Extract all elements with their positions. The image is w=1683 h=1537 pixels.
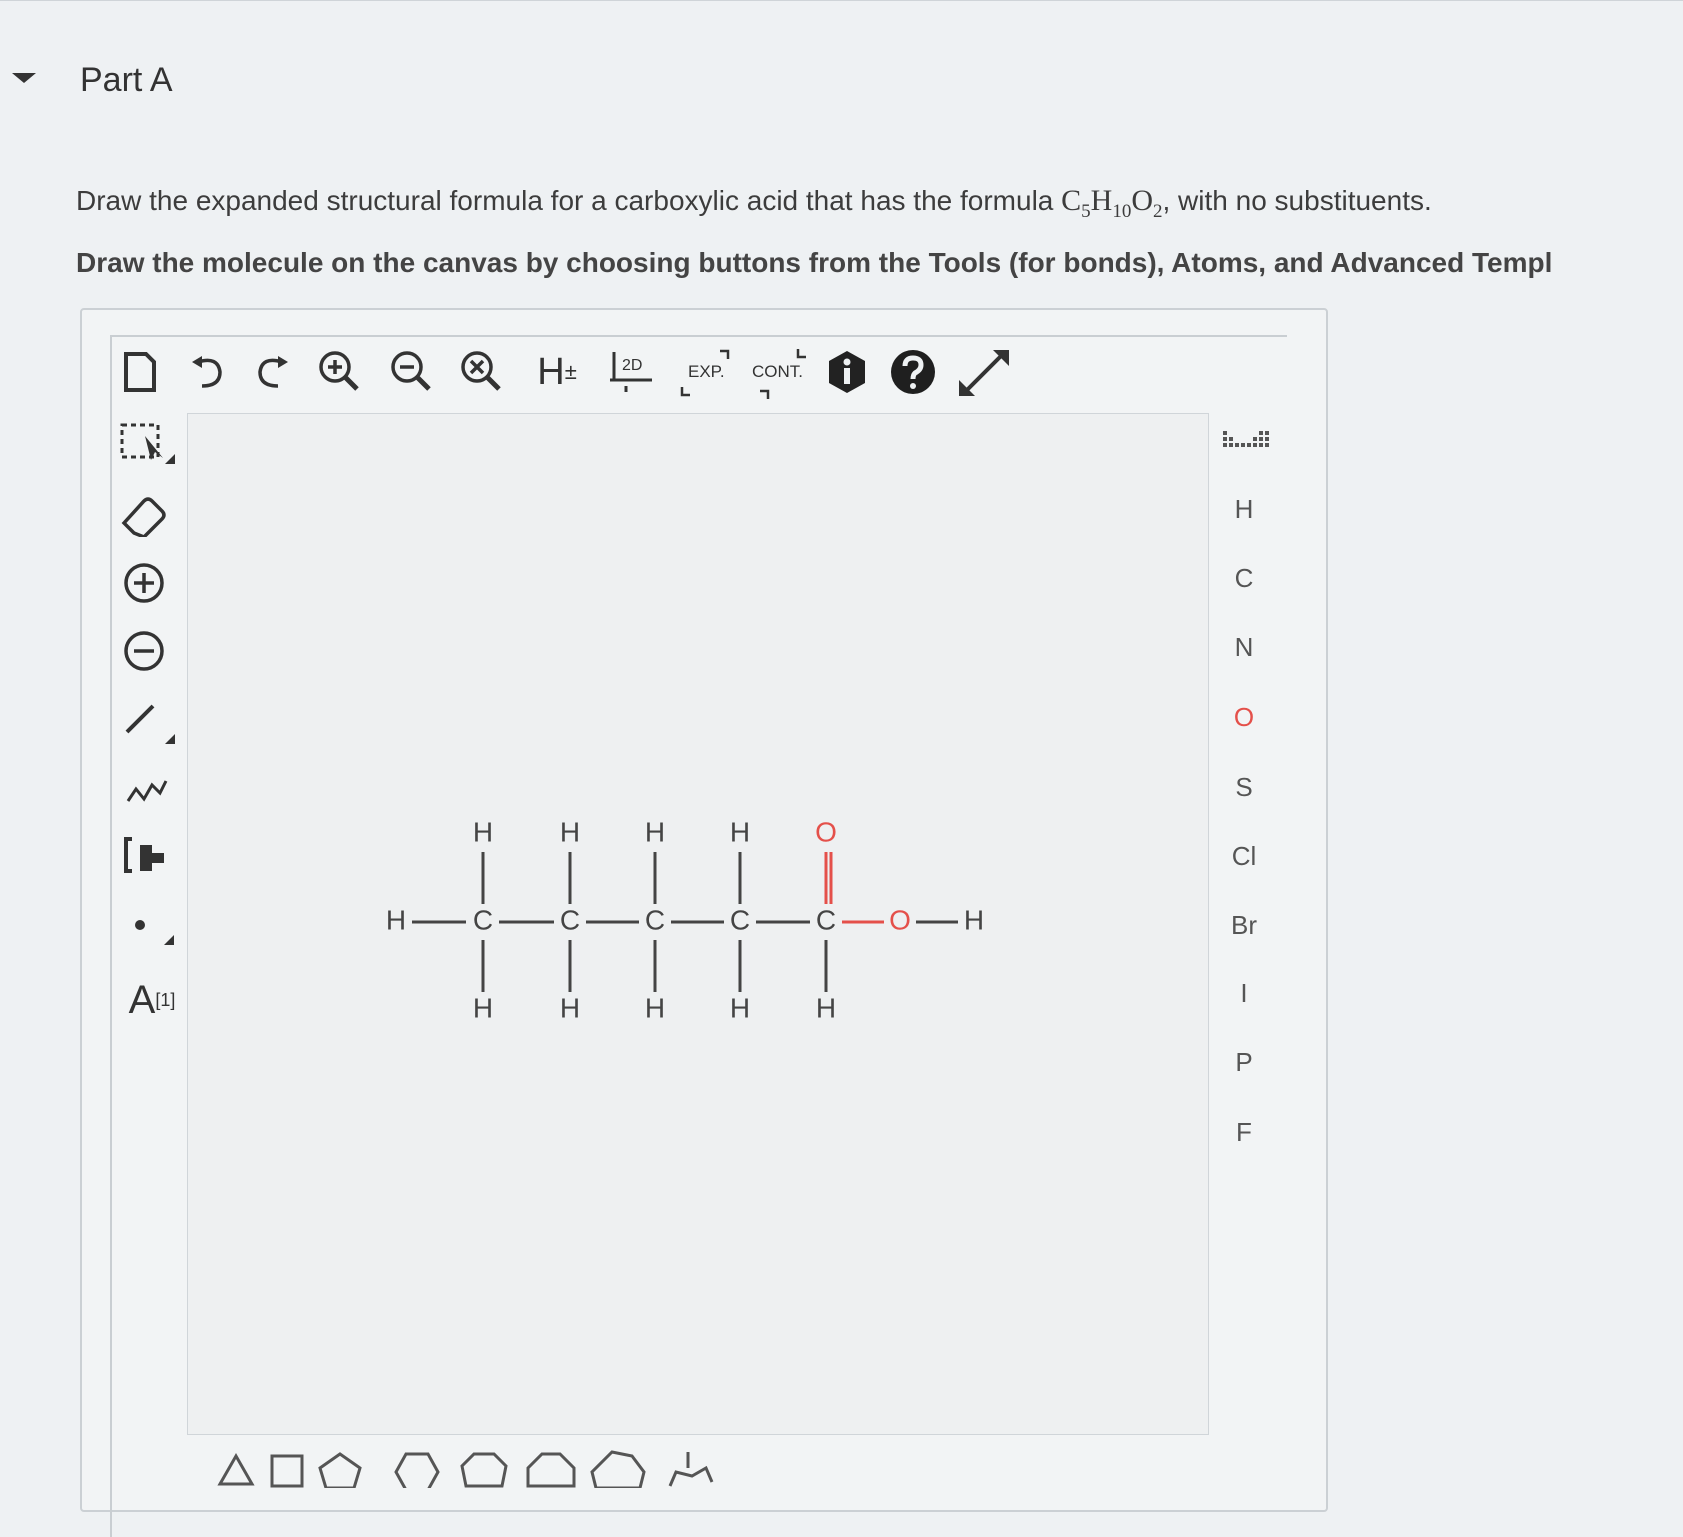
nonagon-template-icon[interactable] (590, 1450, 646, 1490)
atom-hydrogen-hydroxyl[interactable]: H (964, 904, 984, 935)
atom-hydrogen[interactable]: H (645, 992, 665, 1023)
undo-icon[interactable] (186, 350, 230, 394)
eraser-icon[interactable] (119, 490, 169, 540)
chair-template-icon[interactable] (668, 1465, 714, 1487)
atom-h-terminal[interactable]: H (386, 904, 406, 935)
atom-h-button[interactable]: H (1212, 494, 1276, 525)
atoms-panel: H C N O S Cl Br I P F (1212, 420, 1282, 1160)
question-text: Draw the expanded structural formula for… (76, 184, 1432, 222)
atom-hydrogen[interactable]: H (645, 816, 665, 847)
atom-cl-button[interactable]: Cl (1212, 841, 1276, 872)
clean-2d-label: 2D (622, 357, 642, 374)
info-icon[interactable] (822, 347, 872, 397)
top-toolbar: H ± 2D EXP. CONT. (118, 345, 1038, 405)
atom-i-button[interactable]: I (1212, 978, 1276, 1009)
atom-hydrogen[interactable]: H (473, 992, 493, 1023)
part-title: Part A (80, 61, 173, 99)
atom-oxygen-hydroxyl[interactable]: O (889, 904, 911, 935)
ring-templates (200, 1448, 740, 1492)
zoom-in-icon[interactable] (316, 347, 364, 397)
atom-p-button[interactable]: P (1212, 1047, 1276, 1078)
contract-label: CONT. (752, 362, 803, 381)
atom-hydrogen[interactable]: H (816, 992, 836, 1023)
new-document-icon[interactable] (118, 347, 162, 397)
atom-n-button[interactable]: N (1212, 632, 1276, 663)
bracket-icon[interactable] (119, 830, 179, 880)
atom-carbon[interactable]: C (730, 904, 750, 935)
radical-icon[interactable] (119, 900, 179, 950)
atom-carbon[interactable]: C (816, 904, 836, 935)
heptagon-template-icon[interactable] (460, 1452, 508, 1488)
atom-br-button[interactable]: Br (1212, 910, 1276, 941)
atom-f-button[interactable]: F (1212, 1117, 1276, 1148)
expand-icon[interactable]: EXP. (676, 347, 738, 401)
atom-o-button[interactable]: O (1212, 702, 1276, 733)
atom-label-icon[interactable]: A [1] (119, 970, 185, 1030)
drawing-canvas[interactable]: H C H H C H H C H H C H H C O H O H (187, 413, 1209, 1435)
positive-charge-icon[interactable] (121, 560, 167, 606)
clean-2d-icon[interactable]: 2D (606, 349, 656, 395)
octagon-template-icon[interactable] (526, 1452, 576, 1488)
zoom-out-icon[interactable] (388, 347, 436, 397)
atom-s-button[interactable]: S (1212, 772, 1276, 803)
molecule-drawing: H C H H C H H C H H C H H C O H O H (386, 816, 984, 1023)
triangle-template-icon[interactable] (217, 1452, 255, 1486)
expand-label: EXP. (688, 362, 725, 381)
hexagon-template-icon[interactable] (394, 1452, 440, 1492)
explicit-hydrogens-icon[interactable]: H ± (532, 349, 582, 395)
square-template-icon[interactable] (270, 1454, 304, 1488)
help-icon[interactable] (888, 347, 938, 397)
contract-icon[interactable]: CONT. (746, 347, 812, 401)
pentagon-template-icon[interactable] (318, 1452, 362, 1490)
redo-icon[interactable] (250, 350, 294, 394)
atom-hydrogen[interactable]: H (473, 816, 493, 847)
atom-hydrogen[interactable]: H (730, 816, 750, 847)
atom-carbon[interactable]: C (645, 904, 665, 935)
part-header: Part A (0, 0, 1683, 141)
atom-hydrogen[interactable]: H (730, 992, 750, 1023)
periodic-table-icon[interactable] (1216, 424, 1276, 460)
left-toolbar: A [1] (115, 410, 185, 1050)
atom-hydrogen[interactable]: H (560, 816, 580, 847)
atom-carbon[interactable]: C (560, 904, 580, 935)
fullscreen-icon[interactable] (954, 345, 1014, 401)
instruction-text: Draw the molecule on the canvas by choos… (76, 247, 1553, 278)
select-icon[interactable] (119, 422, 179, 472)
molecular-formula: C5H10O2 (1061, 184, 1163, 222)
zoom-reset-icon[interactable] (458, 347, 506, 397)
atom-c-button[interactable]: C (1212, 563, 1276, 594)
atom-oxygen-carbonyl[interactable]: O (815, 816, 837, 847)
single-bond-icon[interactable] (119, 698, 179, 748)
atom-carbon[interactable]: C (473, 904, 493, 935)
chain-icon[interactable] (121, 770, 171, 810)
collapse-caret-icon[interactable] (12, 73, 36, 83)
negative-charge-icon[interactable] (121, 628, 167, 674)
atom-hydrogen[interactable]: H (560, 992, 580, 1023)
